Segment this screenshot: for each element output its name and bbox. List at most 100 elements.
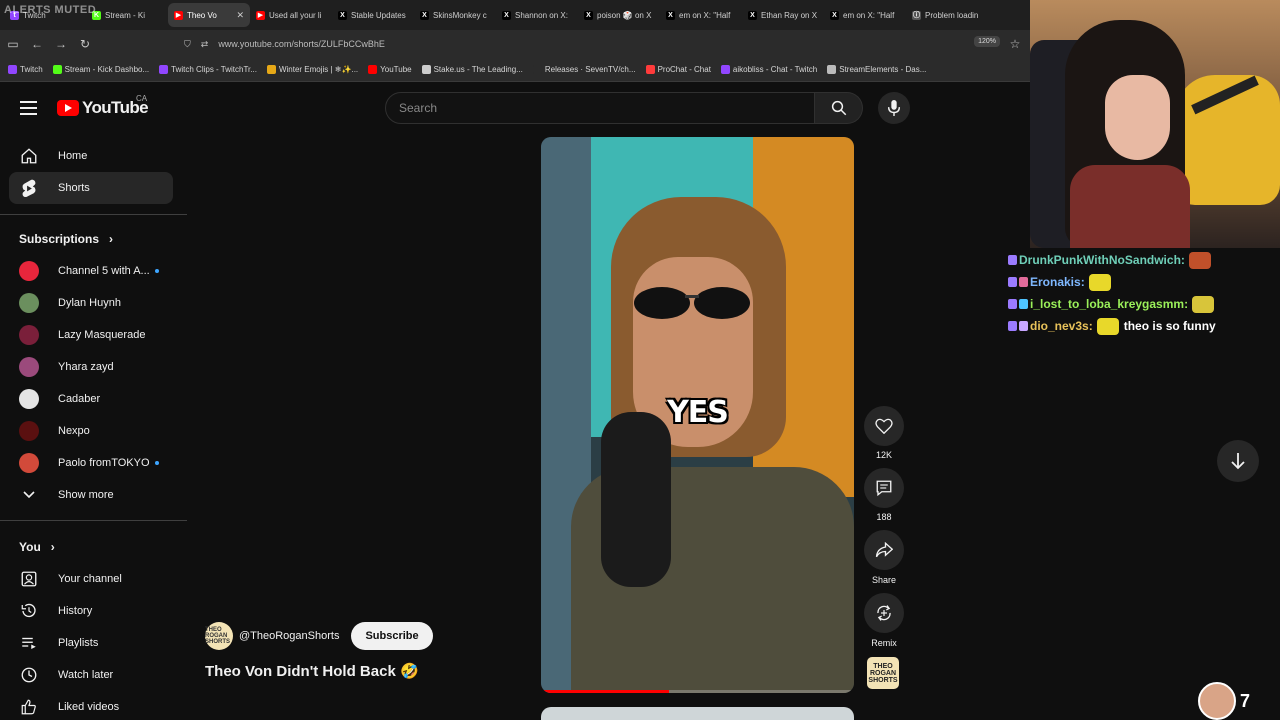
sidebar-item-subscription[interactable]: Channel 5 with A... [9, 255, 173, 287]
microphone-icon [887, 100, 901, 116]
tab-bar: t Twitch K Stream - Ki ▶ Theo Vo ✕ ▶ Used all yo… [0, 0, 1030, 30]
chat-text: theo is so funny [1123, 319, 1216, 333]
bookmark-item[interactable]: ProChat - Chat [645, 65, 711, 74]
sidebar-item-you[interactable]: Watch later [9, 659, 173, 691]
show-more-label: Show more [58, 489, 114, 501]
webcam-overlay [1030, 0, 1280, 248]
sidebar-item-subscription[interactable]: Paolo fromTOKYO [9, 447, 173, 479]
comment-icon [876, 480, 892, 497]
bookmark-favicon-icon [645, 65, 655, 74]
sidebar-item-subscription[interactable]: Dylan Huynh [9, 287, 173, 319]
next-short-button[interactable] [1217, 440, 1259, 482]
bookmark-item[interactable]: StreamElements - Das... [827, 65, 926, 74]
sidebar-toggle-icon[interactable]: ▭ [2, 33, 24, 55]
sidebar-item-you[interactable]: Your channel [9, 563, 173, 595]
short-video-player[interactable]: YES [541, 137, 854, 693]
bookmark-item[interactable]: Releases · SevenTV/ch... [532, 65, 636, 74]
short-title[interactable]: Theo Von Didn't Hold Back 🤣 [205, 662, 419, 680]
browser-tab[interactable]: X Ethan Ray on X [742, 3, 824, 27]
bookmark-star-icon[interactable]: ☆ [1004, 33, 1026, 55]
bookmark-item[interactable]: Winter Emojis | ❄✨... [266, 65, 358, 74]
sidebar-item-subscription[interactable]: Cadaber [9, 383, 173, 415]
search-box: Search [385, 92, 863, 124]
bookmark-label: StreamElements - Das... [839, 65, 927, 74]
video-caption: YES [667, 395, 729, 430]
channel-thumbnail[interactable]: THEO ROGAN SHORTS [867, 657, 899, 689]
zoom-badge[interactable]: 120% [974, 36, 1000, 47]
menu-icon[interactable] [20, 101, 37, 115]
sidebar-item-you[interactable]: Playlists [9, 627, 173, 659]
you-heading-label: You [19, 540, 41, 554]
browser-tab[interactable]: Xem on X: "Half [660, 3, 742, 27]
tune-icon[interactable]: ⇄ [201, 39, 209, 50]
sidebar-you-label: Your channel [58, 573, 122, 585]
channel-avatar [19, 261, 39, 281]
you-heading[interactable]: You › [19, 540, 55, 554]
bookmark-favicon-icon [827, 65, 837, 74]
bookmark-item[interactable]: YouTube [368, 65, 412, 74]
share-button[interactable] [864, 530, 904, 570]
sidebar-item-you[interactable]: History [9, 595, 173, 627]
subscriptions-heading[interactable]: Subscriptions › [19, 232, 113, 246]
sidebar-item-subscription[interactable]: Yhara zayd [9, 351, 173, 383]
tab-favicon-icon: ▶ [174, 10, 183, 20]
youtube-logo[interactable]: YouTube CA [57, 94, 149, 118]
browser-tab[interactable]: ▶ Theo Vo ✕ [168, 3, 250, 27]
browser-tab[interactable]: ⓘ Problem loadin [906, 3, 988, 27]
bookmark-item[interactable]: Stream - Kick Dashbo... [52, 65, 150, 74]
bookmark-label: Stream - Kick Dashbo... [64, 65, 150, 74]
browser-tab[interactable]: X Shannon on X: [496, 3, 578, 27]
browser-tab[interactable]: X Stable Updates [332, 3, 414, 27]
show-more-button[interactable]: Show more [9, 479, 173, 511]
subscription-label: Lazy Masquerade [58, 329, 146, 341]
webcam-streamer-face [1105, 75, 1170, 160]
bookmark-item[interactable]: Stake.us - The Leading... [421, 65, 523, 74]
browser-tab[interactable]: K Stream - Ki [86, 3, 168, 27]
chevron-right-icon: › [50, 540, 55, 554]
reload-icon[interactable]: ↻ [74, 33, 96, 55]
comments-button[interactable] [864, 468, 904, 508]
sidebar-item-shorts[interactable]: Shorts [9, 172, 173, 204]
sidebar-item-subscription[interactable]: Nexpo [9, 415, 173, 447]
bookmark-item[interactable]: Twitch [8, 65, 43, 74]
bookmarks-bar: Twitch Stream - Kick Dashbo... Twitch Clip… [0, 58, 1030, 82]
bookmark-item[interactable]: Twitch Clips - TwitchTr... [159, 65, 257, 74]
next-short-preview[interactable] [541, 707, 854, 720]
remix-button[interactable] [864, 593, 904, 633]
new-content-dot [155, 269, 159, 273]
chat-username: DrunkPunkWithNoSandwich: [1019, 253, 1185, 267]
site-info-icon[interactable]: ⛉ [184, 39, 191, 50]
search-input[interactable]: Search [385, 92, 815, 124]
forward-icon[interactable]: → [50, 33, 72, 55]
bookmark-favicon-icon [8, 65, 17, 74]
browser-tab[interactable]: ▶ Used all your li [250, 3, 332, 27]
chat-badge-icon [1008, 255, 1017, 265]
tab-favicon-icon: X [420, 10, 429, 20]
back-icon[interactable]: ← [26, 33, 48, 55]
chevron-right-icon: › [109, 232, 114, 246]
tab-favicon-icon: X [830, 10, 839, 20]
browser-tab[interactable]: Xem on X: "Half [824, 3, 906, 27]
sidebar-item-you[interactable]: Liked videos [9, 691, 173, 720]
viewer-avatar [1198, 682, 1236, 720]
channel-avatar[interactable]: THEO ROGAN SHORTS [205, 622, 233, 650]
browser-tab[interactable]: X SkinsMonkey c [414, 3, 496, 27]
bookmark-favicon-icon [368, 65, 378, 74]
bookmark-item[interactable]: aikobliss - Chat - Twitch [720, 65, 817, 74]
video-progress-bar[interactable] [541, 690, 854, 693]
tab-favicon-icon: ▶ [256, 10, 265, 20]
url-field[interactable]: ⛉ ⇄ www.youtube.com/shorts/ZULFbCCwBhE [176, 33, 1026, 55]
voice-search-button[interactable] [878, 92, 910, 124]
sidebar-item-subscription[interactable]: Lazy Masquerade [9, 319, 173, 351]
remix-label: Remix [871, 638, 897, 648]
sidebar-label-home: Home [58, 150, 88, 162]
close-icon[interactable]: ✕ [236, 10, 244, 21]
subscribe-button[interactable]: Subscribe [351, 622, 433, 650]
sidebar-item-home[interactable]: Home [9, 140, 173, 172]
subscription-label: Cadaber [58, 393, 101, 405]
like-button[interactable] [864, 406, 904, 446]
tab-favicon-icon: X [338, 10, 347, 20]
channel-handle[interactable]: @TheoRoganShorts [239, 630, 339, 642]
browser-tab[interactable]: Xpoison 🎲 on X [578, 3, 660, 27]
search-button[interactable] [815, 92, 863, 124]
